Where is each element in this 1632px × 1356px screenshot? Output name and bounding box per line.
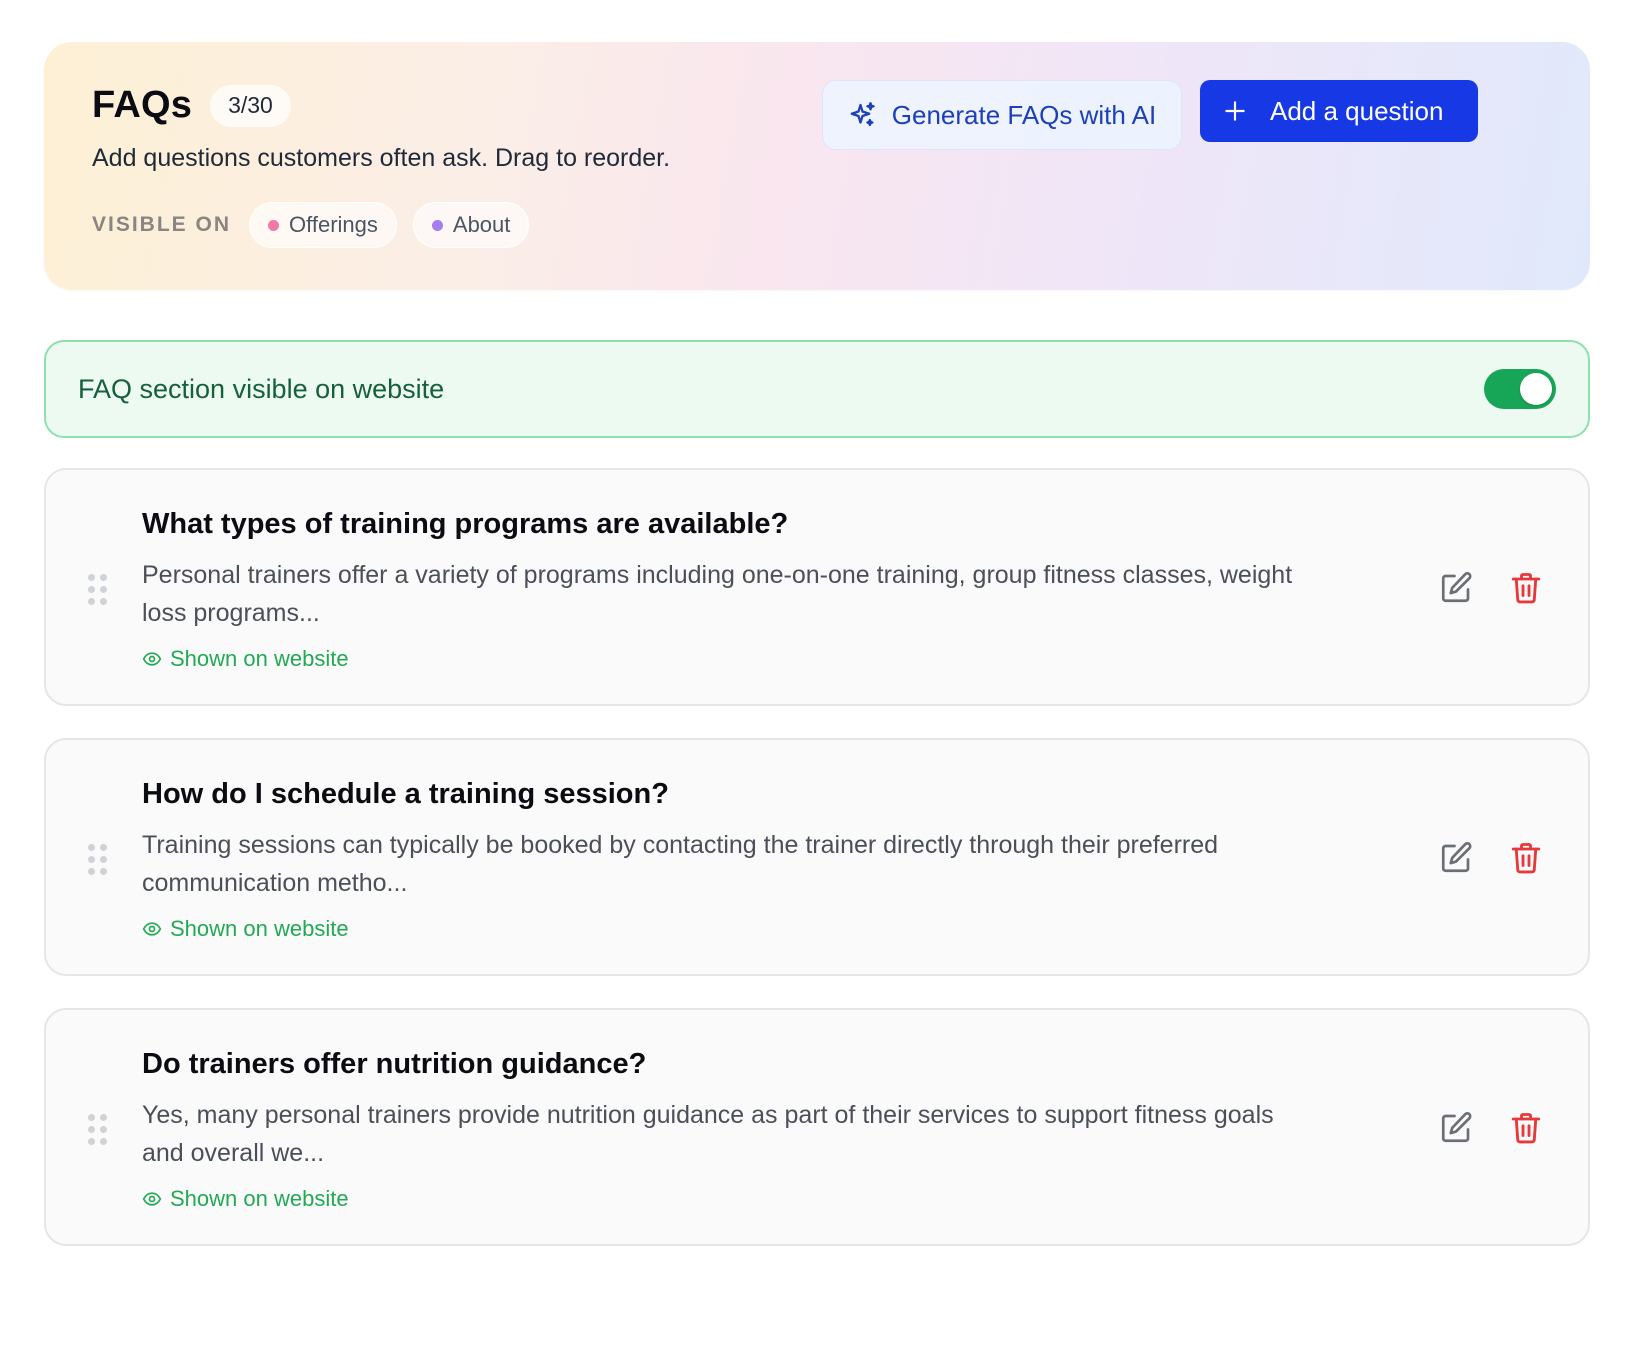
- pink-dot-icon: [268, 219, 280, 231]
- toggle-knob: [1520, 373, 1552, 405]
- purple-dot-icon: [431, 219, 443, 231]
- chip-offerings[interactable]: Offerings: [249, 202, 397, 248]
- faq-answer: Personal trainers offer a variety of pro…: [142, 561, 1293, 627]
- status-label: Shown on website: [170, 916, 349, 941]
- edit-icon[interactable]: [1438, 1110, 1474, 1146]
- chip-label: About: [452, 212, 511, 237]
- faq-card: What types of training programs are avai…: [44, 468, 1590, 706]
- faq-question: What types of training programs are avai…: [142, 508, 789, 540]
- faq-answer: Yes, many personal trainers provide nutr…: [142, 1101, 1274, 1167]
- trash-icon[interactable]: [1508, 570, 1544, 606]
- trash-icon[interactable]: [1508, 1110, 1544, 1146]
- faq-settings-page: FAQs 3/30 Add questions customers often …: [0, 0, 1632, 1356]
- eye-icon: [142, 1192, 162, 1206]
- visibility-label: FAQ section visible on website: [78, 373, 445, 404]
- faq-answer: Training sessions can typically be booke…: [142, 831, 1219, 897]
- faq-visibility-status: Shown on website: [142, 646, 349, 672]
- sparkles-icon: [850, 102, 875, 127]
- faq-visibility-status: Shown on website: [142, 916, 349, 942]
- faq-question: How do I schedule a training session?: [142, 778, 669, 810]
- generate-faqs-ai-button[interactable]: Generate FAQs with AI: [822, 80, 1182, 150]
- faq-card: How do I schedule a training session? Tr…: [44, 738, 1590, 976]
- trash-icon[interactable]: [1508, 840, 1544, 876]
- faq-card: Do trainers offer nutrition guidance? Ye…: [44, 1008, 1590, 1246]
- drag-handle-icon[interactable]: [88, 1114, 108, 1146]
- faq-visibility-status: Shown on website: [142, 1186, 349, 1212]
- status-label: Shown on website: [170, 646, 349, 671]
- drag-handle-icon[interactable]: [88, 574, 108, 606]
- faq-count-badge: 3/30: [210, 84, 291, 127]
- eye-icon: [142, 652, 162, 666]
- visible-on-label: VISIBLE ON: [92, 213, 232, 236]
- generate-button-label: Generate FAQs with AI: [891, 99, 1157, 130]
- chip-about[interactable]: About: [412, 202, 530, 248]
- add-question-button[interactable]: Add a question: [1200, 80, 1478, 142]
- faq-question: Do trainers offer nutrition guidance?: [142, 1048, 647, 1080]
- title-row: FAQs 3/30: [92, 84, 291, 127]
- page-subtitle: Add questions customers often ask. Drag …: [92, 144, 671, 172]
- visible-on-row: VISIBLE ON Offerings About: [92, 202, 530, 248]
- faq-visibility-toggle[interactable]: [1484, 369, 1556, 409]
- edit-icon[interactable]: [1438, 840, 1474, 876]
- faq-visibility-bar: FAQ section visible on website: [44, 340, 1590, 438]
- status-label: Shown on website: [170, 1186, 349, 1211]
- plus-icon: [1225, 101, 1245, 121]
- edit-icon[interactable]: [1438, 570, 1474, 606]
- drag-handle-icon[interactable]: [88, 844, 108, 876]
- chip-label: Offerings: [289, 212, 378, 237]
- add-button-label: Add a question: [1270, 95, 1444, 126]
- page-title: FAQs: [92, 84, 193, 126]
- eye-icon: [142, 922, 162, 936]
